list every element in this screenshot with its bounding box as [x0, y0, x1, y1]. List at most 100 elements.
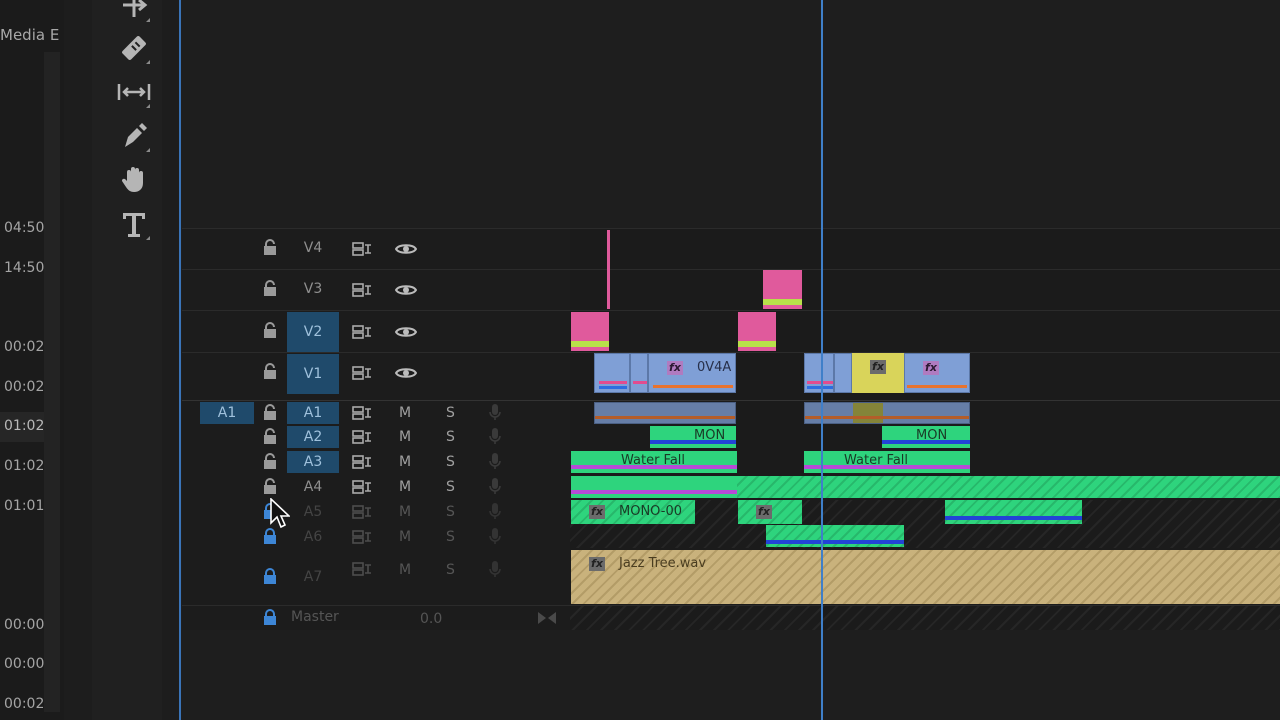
solo-button[interactable]: S	[446, 529, 455, 545]
voiceover-mic-icon[interactable]	[488, 477, 502, 495]
track-v4-label[interactable]: V4	[287, 240, 339, 256]
track-v2-label[interactable]: V2	[287, 312, 339, 352]
mute-button[interactable]: M	[399, 405, 411, 421]
slip-icon	[117, 84, 151, 100]
type-tool[interactable]	[112, 204, 156, 244]
sync-lock-icon[interactable]	[352, 455, 372, 469]
track-select-forward-tool[interactable]	[112, 0, 156, 26]
sync-lock-icon[interactable]	[352, 480, 372, 494]
track-a4-label[interactable]: A4	[287, 479, 339, 495]
master-volume-value[interactable]: 0.0	[420, 611, 442, 627]
a2-clip[interactable]: MON	[882, 426, 970, 448]
media-timecode: 04:50	[4, 220, 45, 236]
solo-button[interactable]: S	[446, 405, 455, 421]
source-patch-a1[interactable]: A1	[200, 402, 254, 424]
pen-icon	[125, 123, 147, 147]
track-a3-label[interactable]: A3	[287, 451, 339, 473]
v3-clip[interactable]	[763, 270, 802, 309]
media-browser-tab[interactable]: Media E	[0, 26, 59, 44]
sync-lock-icon[interactable]	[352, 283, 372, 297]
v1-clip[interactable]: fx	[904, 353, 970, 393]
sync-lock-icon[interactable]	[352, 406, 372, 420]
a2-clip[interactable]: MON	[650, 426, 736, 448]
solo-button[interactable]: S	[446, 562, 455, 578]
a5-clip-2[interactable]	[945, 500, 1082, 524]
playhead[interactable]	[821, 0, 823, 720]
a4-clip-long[interactable]	[737, 476, 1280, 498]
a5-clip[interactable]: fx MONO-00	[571, 500, 695, 524]
mute-button[interactable]: M	[399, 529, 411, 545]
locked-lock-icon[interactable]	[263, 528, 277, 544]
sync-lock-icon[interactable]	[352, 430, 372, 444]
lock-icon[interactable]	[263, 428, 277, 444]
mute-button[interactable]: M	[399, 504, 411, 520]
v4-clip[interactable]	[607, 230, 610, 309]
a6-clip[interactable]	[766, 525, 904, 547]
lock-icon[interactable]	[263, 404, 277, 420]
slip-tool[interactable]	[112, 72, 156, 112]
solo-button[interactable]: S	[446, 429, 455, 445]
a1-clip[interactable]	[594, 402, 736, 424]
media-timecode: 00:02	[4, 339, 45, 355]
track-a7-label[interactable]: A7	[287, 569, 339, 585]
track-a6-label[interactable]: A6	[287, 529, 339, 545]
solo-button[interactable]: S	[446, 504, 455, 520]
eye-icon[interactable]	[395, 325, 417, 339]
voiceover-mic-icon[interactable]	[488, 560, 502, 578]
lock-icon[interactable]	[263, 478, 277, 494]
track-v1-label[interactable]: V1	[287, 354, 339, 394]
eye-icon[interactable]	[395, 366, 417, 380]
a7-clip-jazz-tree[interactable]: fx Jazz Tree.wav	[571, 550, 1280, 604]
solo-button[interactable]: S	[446, 454, 455, 470]
lock-icon[interactable]	[263, 322, 277, 338]
locked-lock-icon[interactable]	[263, 609, 277, 625]
track-a5-label[interactable]: A5	[287, 504, 339, 520]
v2-clip[interactable]	[738, 312, 776, 351]
lock-icon[interactable]	[263, 239, 277, 255]
sync-lock-icon[interactable]	[352, 530, 372, 544]
v1-clip-yellow[interactable]: fx	[852, 353, 904, 393]
a4-clip[interactable]	[571, 476, 737, 498]
track-v3-label[interactable]: V3	[287, 281, 339, 297]
lock-icon[interactable]	[263, 280, 277, 296]
sync-lock-icon[interactable]	[352, 562, 372, 576]
locked-lock-icon[interactable]	[263, 568, 277, 584]
razor-tool[interactable]	[112, 28, 156, 68]
track-a2-label[interactable]: A2	[287, 426, 339, 448]
media-browser-scrollbar[interactable]	[44, 52, 60, 712]
media-timecode: 14:50	[4, 260, 45, 276]
a5-clip[interactable]: fx	[738, 500, 802, 524]
v1-clip[interactable]	[630, 353, 648, 393]
voiceover-mic-icon[interactable]	[488, 427, 502, 445]
sync-lock-icon[interactable]	[352, 325, 372, 339]
v2-clip[interactable]	[571, 312, 609, 351]
mute-button[interactable]: M	[399, 562, 411, 578]
sync-lock-icon[interactable]	[352, 242, 372, 256]
voiceover-mic-icon[interactable]	[488, 502, 502, 520]
sync-lock-icon[interactable]	[352, 505, 372, 519]
lock-icon[interactable]	[263, 363, 277, 379]
media-timecode: 01:02	[4, 458, 45, 474]
v1-clip[interactable]	[804, 353, 834, 393]
v1-clip-0v4a[interactable]: fx 0V4A	[648, 353, 736, 393]
a3-clip[interactable]: Water Fall	[804, 451, 970, 473]
voiceover-mic-icon[interactable]	[488, 527, 502, 545]
v1-clip[interactable]	[594, 353, 630, 393]
voiceover-mic-icon[interactable]	[488, 403, 502, 421]
mute-button[interactable]: M	[399, 429, 411, 445]
hand-tool[interactable]	[112, 160, 156, 200]
a1-clip[interactable]	[804, 402, 970, 424]
eye-icon[interactable]	[395, 242, 417, 256]
lock-icon[interactable]	[263, 453, 277, 469]
solo-button[interactable]: S	[446, 479, 455, 495]
track-a1-label[interactable]: A1	[287, 402, 339, 424]
voiceover-mic-icon[interactable]	[488, 452, 502, 470]
sync-lock-icon[interactable]	[352, 366, 372, 380]
pen-tool[interactable]	[112, 116, 156, 156]
mute-button[interactable]: M	[399, 479, 411, 495]
go-to-end-icon[interactable]	[537, 611, 557, 625]
eye-icon[interactable]	[395, 283, 417, 297]
v1-clip[interactable]	[834, 353, 852, 393]
mute-button[interactable]: M	[399, 454, 411, 470]
a3-clip[interactable]: Water Fall	[571, 451, 737, 473]
